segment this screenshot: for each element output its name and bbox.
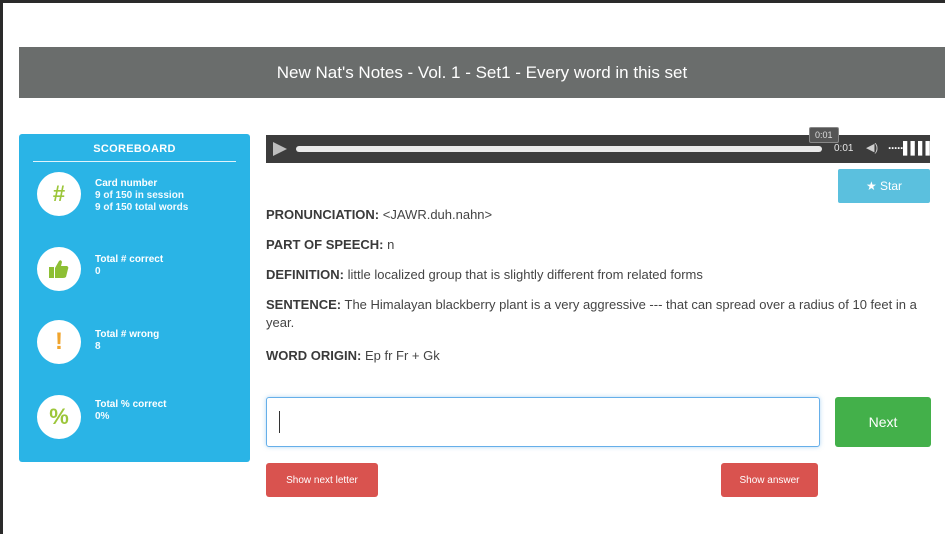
card-number-label: Card number xyxy=(95,178,158,189)
pronunciation-label: PRONUNCIATION: xyxy=(266,207,380,222)
scoreboard-heading: SCOREBOARD xyxy=(33,143,236,162)
window-frame-top xyxy=(0,0,945,3)
set-title-bar: New Nat's Notes - Vol. 1 - Set1 - Every … xyxy=(19,47,945,98)
time-tooltip: 0:01 xyxy=(809,127,839,143)
sentence-line: SENTENCE: The Himalayan blackberry plant… xyxy=(266,296,934,332)
star-button[interactable]: ★ Star xyxy=(838,169,930,203)
audio-player: 0:01 0:01 ◀) ·····▌▌▌▌ xyxy=(266,127,934,163)
word-origin-line: WORD ORIGIN: Ep fr Fr + Gk xyxy=(266,347,440,365)
show-answer-button[interactable]: Show answer xyxy=(721,463,818,497)
part-of-speech-line: PART OF SPEECH: n xyxy=(266,236,394,254)
scoreboard-panel: SCOREBOARD # Card number 9 of 150 in ses… xyxy=(19,134,250,462)
pronunciation-value: <JAWR.duh.nahn> xyxy=(382,207,493,222)
percent-icon: % xyxy=(37,395,81,439)
sentence-value: The Himalayan blackberry plant is a very… xyxy=(266,297,917,330)
total-correct-label: Total # correct xyxy=(95,254,164,265)
next-button[interactable]: Next xyxy=(835,397,931,447)
pronunciation-line: PRONUNCIATION: <JAWR.duh.nahn> xyxy=(266,206,492,224)
card-number-session: 9 of 150 in session xyxy=(95,190,184,201)
volume-slider[interactable]: ·····▌▌▌▌ xyxy=(888,141,934,155)
window-frame-left xyxy=(0,0,3,534)
pos-value: n xyxy=(387,237,395,252)
volume-icon[interactable]: ◀) xyxy=(866,141,878,154)
total-correct-value: 0 xyxy=(95,266,101,277)
sentence-label: SENTENCE: xyxy=(266,297,342,312)
word-origin-value: Ep fr Fr + Gk xyxy=(364,348,440,363)
set-title: New Nat's Notes - Vol. 1 - Set1 - Every … xyxy=(276,62,688,82)
answer-input[interactable] xyxy=(266,397,820,447)
total-wrong-label: Total # wrong xyxy=(95,329,160,340)
exclamation-icon: ! xyxy=(37,320,81,364)
time-label: 0:01 xyxy=(834,143,854,154)
show-next-letter-button[interactable]: Show next letter xyxy=(266,463,378,497)
thumbs-up-icon xyxy=(37,247,81,291)
definition-line: DEFINITION: little localized group that … xyxy=(266,266,703,284)
total-wrong-value: 8 xyxy=(95,341,101,352)
hash-icon: # xyxy=(37,172,81,216)
play-icon[interactable] xyxy=(273,142,287,156)
percent-correct-label: Total % correct xyxy=(95,399,167,410)
text-caret xyxy=(279,411,280,433)
audio-progress-track[interactable] xyxy=(296,146,822,152)
percent-correct-value: 0% xyxy=(95,411,110,422)
definition-label: DEFINITION: xyxy=(266,267,344,282)
definition-value: little localized group that is slightly … xyxy=(347,267,703,282)
card-number-total: 9 of 150 total words xyxy=(95,202,189,213)
word-origin-label: WORD ORIGIN: xyxy=(266,348,362,363)
pos-label: PART OF SPEECH: xyxy=(266,237,384,252)
